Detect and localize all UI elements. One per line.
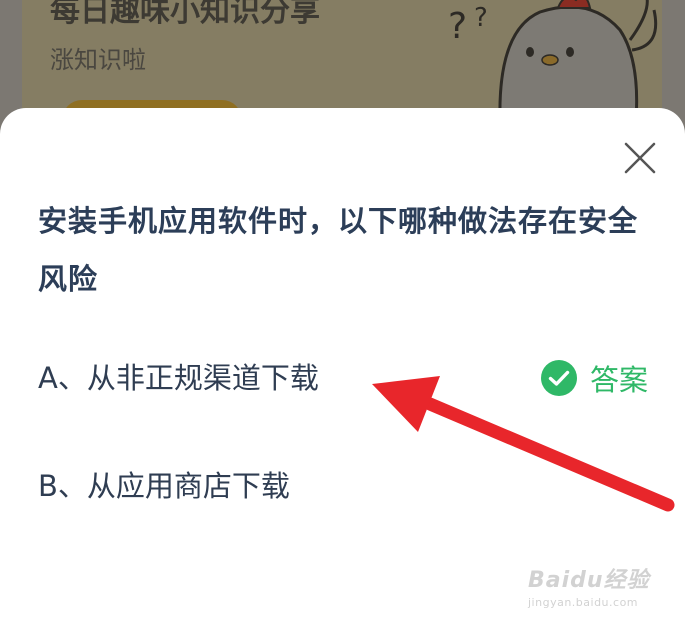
background-title: 每日趣味小知识分享 xyxy=(50,0,320,29)
watermark-url: jingyan.baidu.com xyxy=(528,596,639,609)
svg-text:?: ? xyxy=(448,6,467,47)
answer-indicator: 答案 xyxy=(540,358,648,398)
baidu-watermark: Baidu经验 jingyan.baidu.com xyxy=(528,562,668,612)
option-b[interactable]: B、从应用商店下载 xyxy=(38,456,638,516)
answer-label: 答案 xyxy=(590,363,649,397)
close-icon[interactable] xyxy=(622,140,658,176)
question-text: 安装手机应用软件时，以下哪种做法存在安全风险 xyxy=(38,204,639,296)
background-subtitle: 涨知识啦 xyxy=(50,46,146,74)
check-circle-icon xyxy=(541,360,577,396)
watermark-logo: Baidu经验 xyxy=(528,568,650,593)
chicken-mascot-icon: ? ? xyxy=(448,0,658,120)
svg-text:?: ? xyxy=(474,3,488,33)
